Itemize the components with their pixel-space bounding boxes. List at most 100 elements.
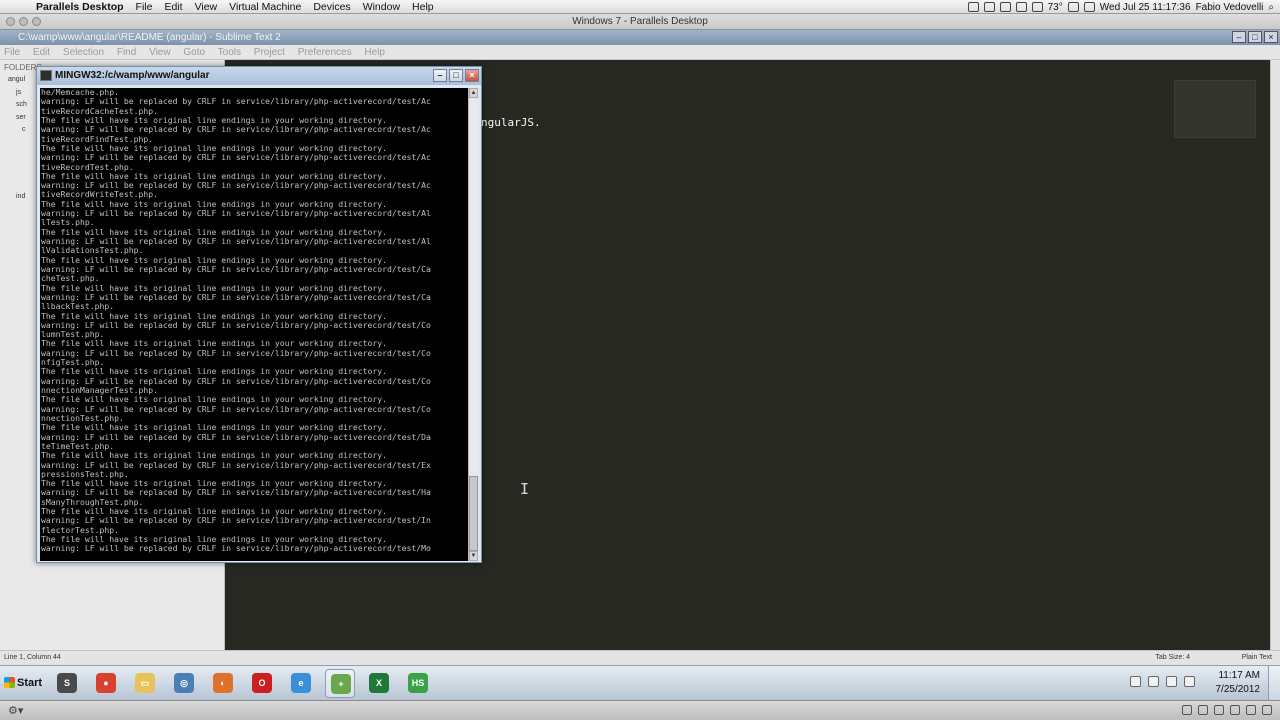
cd-icon[interactable] (1182, 705, 1192, 715)
tree-item-c[interactable]: c (8, 124, 27, 137)
vm-window-title: Windows 7 - Parallels Desktop (572, 16, 708, 27)
taskbar-app-firefox[interactable]: ◐ (208, 669, 238, 698)
scroll-down-icon[interactable]: ▼ (469, 551, 478, 561)
menu-app-name[interactable]: Parallels Desktop (30, 1, 130, 13)
tab-size[interactable]: Tab Size: 4 (1155, 651, 1190, 665)
explorer-icon: ▭ (135, 673, 155, 693)
tray-network-icon[interactable] (1148, 676, 1159, 687)
mail-icon[interactable] (999, 2, 1011, 12)
taskbar-app-chrome[interactable]: ● (91, 669, 121, 698)
shared-folders-icon[interactable] (1246, 705, 1256, 715)
console-titlebar[interactable]: MINGW32:/c/wamp/www/angular – □ × (37, 67, 481, 85)
sublime-menu-goto[interactable]: Goto (183, 47, 205, 58)
taskbar-date: 7/25/2012 (1215, 684, 1261, 695)
camera-icon[interactable] (967, 2, 979, 12)
mingw-console-window: MINGW32:/c/wamp/www/angular – □ × he/Mem… (36, 66, 482, 563)
settings-icon[interactable] (1262, 705, 1272, 715)
spotlight-icon[interactable]: ⌕ (1268, 2, 1274, 13)
gear-icon[interactable]: ⚙▾ (8, 704, 23, 717)
text-cursor-icon: I (520, 480, 530, 498)
sublime-menu-project[interactable]: Project (254, 47, 285, 58)
console-app-icon (40, 70, 52, 81)
vm-window-titlebar: Windows 7 - Parallels Desktop (0, 14, 1280, 30)
sublime-titlebar: C:\wamp\www\angular\README (angular) - S… (0, 30, 1280, 45)
tray-power-icon[interactable] (1184, 676, 1195, 687)
terminal-line: warning: LF will be replaced by CRLF in … (41, 543, 431, 554)
sound-icon[interactable] (1230, 705, 1240, 715)
start-button[interactable]: Start (1, 671, 44, 695)
tree-item-service[interactable]: ser (8, 112, 27, 125)
scroll-thumb[interactable] (469, 476, 478, 551)
zoom-light-icon[interactable] (32, 17, 41, 26)
minimap[interactable] (1174, 80, 1256, 138)
usb-icon[interactable] (1198, 705, 1208, 715)
editor-scrollbar[interactable] (1270, 60, 1280, 650)
menu-virtual-machine[interactable]: Virtual Machine (223, 1, 307, 13)
editor-text[interactable]: ngularJS. (481, 116, 541, 129)
taskbar-app-explorer[interactable]: ▭ (130, 669, 160, 698)
terminal-line: warning: LF will be replaced by CRLF in … (41, 208, 431, 219)
taskbar-app-excel[interactable]: X (364, 669, 394, 698)
menu-window[interactable]: Window (357, 1, 406, 13)
tray-volume-icon[interactable] (1166, 676, 1177, 687)
taskbar-app-network-tool[interactable]: ◎ (169, 669, 199, 698)
scroll-up-icon[interactable]: ▲ (469, 88, 478, 98)
console-close-button[interactable]: × (465, 69, 479, 82)
internet-explorer-icon: e (291, 673, 311, 693)
sublime-menu-file[interactable]: File (4, 47, 20, 58)
terminal-lines: he/Memcache.php. warning: LF will be repl… (41, 88, 441, 554)
temperature-readout[interactable]: 73° (1048, 2, 1063, 13)
sync-icon[interactable] (1031, 2, 1043, 12)
menubar-user[interactable]: Fabio Vedovelli (1196, 2, 1264, 13)
terminal-scrollbar[interactable]: ▲ ▼ (468, 88, 478, 561)
taskbar-app-sublime-text[interactable]: S (52, 669, 82, 698)
sublime-menu-help[interactable]: Help (364, 47, 385, 58)
tree-item-angular[interactable]: angul (8, 74, 27, 87)
minimize-button[interactable]: – (1232, 31, 1246, 43)
tree-item-js[interactable]: js (8, 87, 27, 100)
heidisql-icon: HS (408, 673, 428, 693)
sublime-menu-find[interactable]: Find (117, 47, 136, 58)
volume-icon[interactable] (1083, 2, 1095, 12)
close-light-icon[interactable] (6, 17, 15, 26)
taskbar-app-internet-explorer[interactable]: e (286, 669, 316, 698)
bluetooth-icon[interactable] (1015, 2, 1027, 12)
wifi-icon[interactable] (1067, 2, 1079, 12)
sublime-menu-preferences[interactable]: Preferences (298, 47, 352, 58)
maximize-button[interactable]: □ (1248, 31, 1262, 43)
taskbar-app-opera[interactable]: O (247, 669, 277, 698)
excel-icon: X (369, 673, 389, 693)
git-gui-icon: + (331, 674, 351, 694)
taskbar-app-git-gui[interactable]: + (325, 669, 355, 698)
console-title: MINGW32:/c/wamp/www/angular (55, 70, 210, 81)
sublime-menu-tools[interactable]: Tools (218, 47, 241, 58)
dropbox-icon[interactable] (983, 2, 995, 12)
sublime-menu-selection[interactable]: Selection (63, 47, 104, 58)
sublime-menu-view[interactable]: View (149, 47, 171, 58)
windows-taskbar: Start S ● ▭ ◎ ◐ Oe + X HS 11:17 AM 7/25/2012 (0, 665, 1280, 701)
mac-menubar: Parallels Desktop File Edit View Virtual… (0, 0, 1280, 14)
syntax-mode[interactable]: Plain Text (1242, 651, 1272, 665)
menu-devices[interactable]: Devices (307, 1, 356, 13)
console-maximize-button[interactable]: □ (449, 69, 463, 82)
show-desktop-button[interactable] (1268, 666, 1280, 701)
terminal-output[interactable]: he/Memcache.php. warning: LF will be repl… (40, 88, 478, 561)
menu-file[interactable]: File (130, 1, 159, 13)
tree-item-index[interactable]: ind (8, 191, 27, 204)
menubar-clock[interactable]: Wed Jul 25 11:17:36 (1100, 2, 1191, 13)
minimize-light-icon[interactable] (19, 17, 28, 26)
network-icon[interactable] (1214, 705, 1224, 715)
tree-item-schema[interactable]: sch (8, 99, 27, 112)
sublime-menubar: File Edit Selection Find View Goto Tools… (0, 45, 1280, 60)
console-minimize-button[interactable]: – (433, 69, 447, 82)
taskbar-app-heidisql[interactable]: HS (403, 669, 433, 698)
close-button[interactable]: × (1264, 31, 1278, 43)
sublime-menu-edit[interactable]: Edit (33, 47, 50, 58)
menu-edit[interactable]: Edit (158, 1, 188, 13)
menu-view[interactable]: View (189, 1, 224, 13)
terminal-line: warning: LF will be replaced by CRLF in … (41, 263, 431, 274)
firefox-icon: ◐ (213, 673, 233, 693)
tray-flag-icon[interactable] (1130, 676, 1141, 687)
taskbar-clock[interactable]: 11:17 AM 7/25/2012 (1208, 669, 1261, 697)
menu-help[interactable]: Help (406, 1, 440, 13)
